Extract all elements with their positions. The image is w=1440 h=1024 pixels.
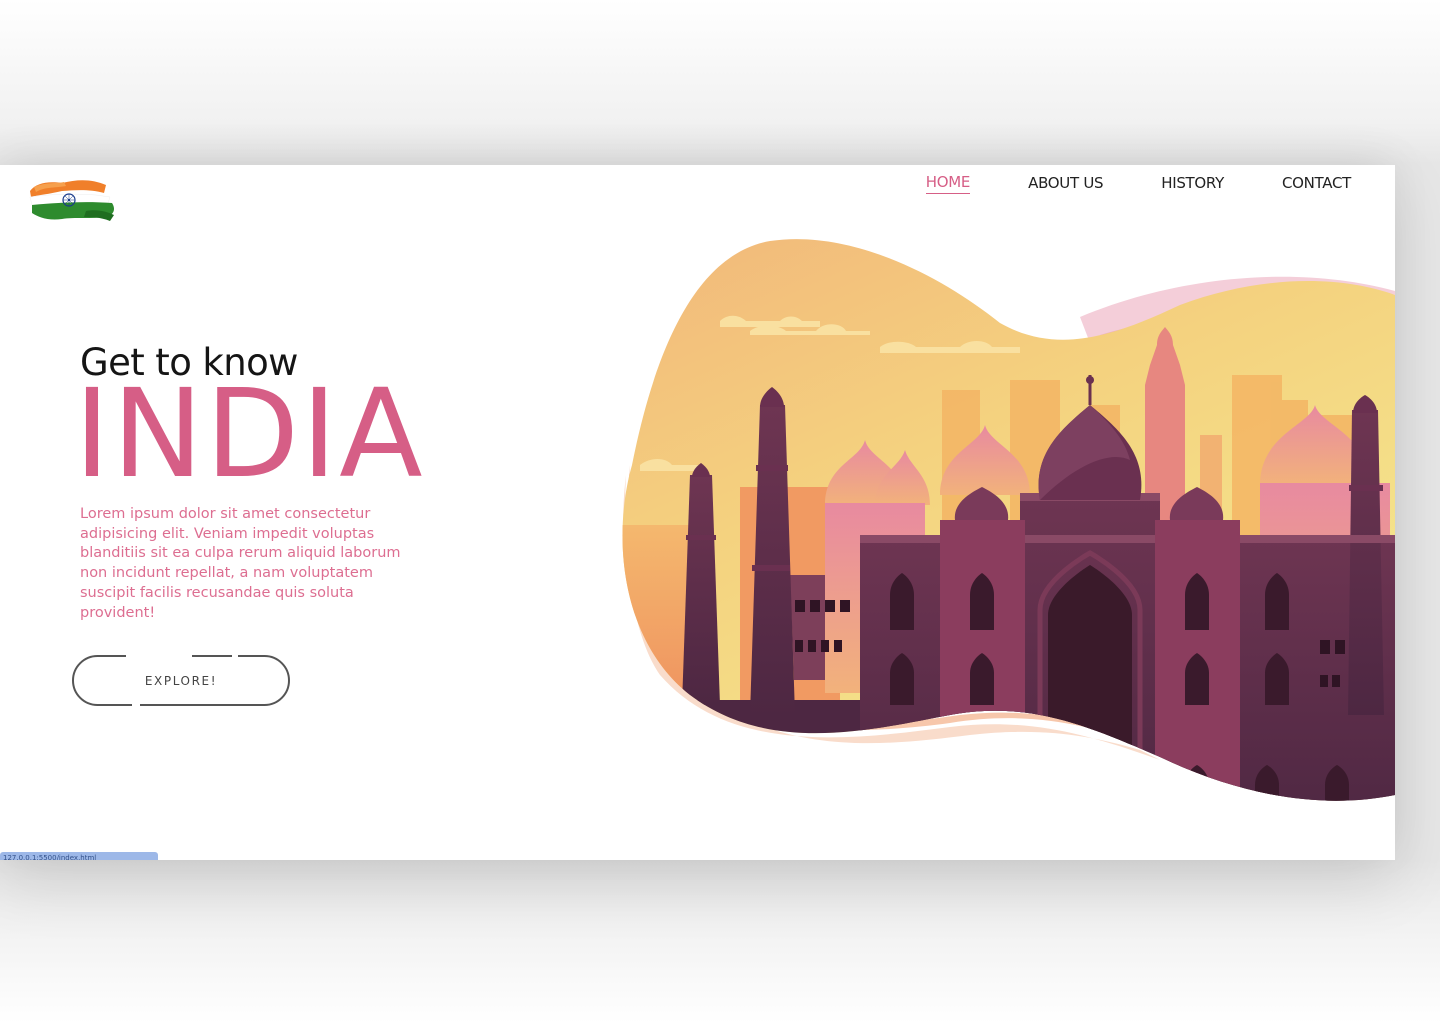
button-border-gap [126, 654, 192, 658]
explore-button-label: EXPLORE! [144, 673, 218, 688]
explore-button[interactable]: EXPLORE! [72, 654, 290, 707]
india-monument-illustration [622, 239, 1395, 801]
nav-contact-link[interactable]: CONTACT [1282, 174, 1351, 194]
button-border-gap [232, 654, 238, 658]
hero-description: Lorem ipsum dolor sit amet consectetur a… [80, 506, 401, 621]
browser-status-bar: 127.0.0.1:5500/index.html [0, 852, 158, 860]
nav-home-link[interactable]: HOME [925, 173, 970, 194]
indian-flag-logo-icon[interactable] [26, 173, 118, 225]
button-border-gap [132, 703, 140, 707]
main-nav: HOME ABOUT US HISTORY CONTACT [925, 173, 1351, 194]
nav-about-us-link[interactable]: ABOUT US [1028, 174, 1103, 194]
landing-page: HOME ABOUT US HISTORY CONTACT Get to kno… [0, 165, 1395, 860]
nav-history-link[interactable]: HISTORY [1161, 174, 1224, 194]
hero-title: INDIA [74, 363, 425, 505]
